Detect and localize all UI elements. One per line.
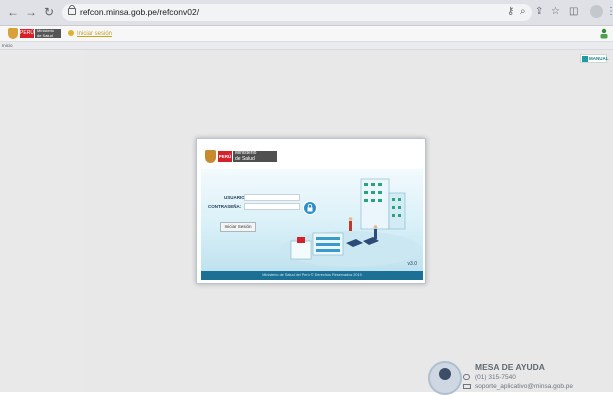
back-icon[interactable]: ←: [6, 5, 20, 19]
ministry-badge: Ministerio de Salud: [35, 28, 61, 38]
ministry-line2: de Salud: [235, 155, 255, 162]
lock-icon: [303, 201, 317, 215]
zoom-icon[interactable]: ⌕: [520, 6, 526, 18]
breadcrumb-strip: Inicio: [0, 42, 613, 50]
login-link[interactable]: Iniciar sesión: [77, 29, 112, 39]
key-icon[interactable]: ⚷: [507, 6, 514, 18]
login-key-icon: [68, 30, 74, 36]
coat-of-arms-icon: [205, 150, 216, 163]
forward-icon[interactable]: →: [24, 5, 38, 19]
browser-toolbar: ← → ↻ refcon.minsa.gob.pe/refconv02/ ⚷ ⌕…: [0, 0, 613, 26]
signin-button[interactable]: Iniciar Sesión: [220, 222, 256, 232]
peru-badge: PERÚ: [20, 29, 34, 38]
login-illustration: [201, 169, 423, 271]
login-card: PERÚ Ministerio de Salud USUARIO: CONTRA…: [196, 138, 426, 284]
menu-icon[interactable]: ⋮: [606, 6, 613, 18]
mail-icon: [463, 384, 471, 389]
user-label: USUARIO:: [224, 195, 247, 200]
sidepanel-icon[interactable]: ◫: [569, 6, 578, 18]
manual-button[interactable]: MANUAL: [580, 54, 609, 63]
username-input[interactable]: [244, 194, 300, 201]
help-title: MESA DE AYUDA: [475, 362, 545, 372]
breadcrumb[interactable]: Inicio: [2, 42, 13, 49]
card-footer: Ministerio de Salud del Perú © Derechos …: [201, 271, 423, 280]
manual-label: MANUAL: [589, 56, 609, 61]
share-icon[interactable]: ⇪: [535, 6, 543, 18]
user-icon[interactable]: [600, 28, 608, 39]
coat-of-arms-icon: [8, 28, 18, 39]
star-icon[interactable]: ☆: [551, 6, 560, 18]
address-bar[interactable]: refcon.minsa.gob.pe/refconv02/: [62, 4, 532, 21]
support-agent-icon: [439, 368, 451, 380]
ministry-badge: Ministerio de Salud: [233, 150, 277, 162]
ministry-line2: de Salud: [37, 32, 53, 38]
document-icon: [582, 56, 588, 62]
phone-icon: [463, 374, 470, 380]
url-text: refcon.minsa.gob.pe/refconv02/: [80, 7, 200, 17]
help-desk-icon: [428, 361, 462, 395]
lock-icon[interactable]: [68, 5, 76, 15]
reload-icon[interactable]: ↻: [42, 5, 56, 19]
help-email-address[interactable]: soporte_aplicativo@minsa.gob.pe: [475, 383, 573, 390]
password-label: CONTRASEÑA:: [208, 204, 242, 209]
password-input[interactable]: [244, 203, 300, 210]
sidebar: [0, 50, 85, 392]
hospital-illustration: [281, 178, 421, 267]
help-email[interactable]: soporte_aplicativo@minsa.gob.pe: [463, 382, 573, 391]
version-label: v3.0: [407, 261, 417, 267]
help-phone-number: (01) 315-7540: [475, 374, 516, 381]
help-phone: (01) 315-7540: [463, 373, 516, 382]
peru-badge: PERÚ: [218, 151, 232, 162]
profile-icon[interactable]: [590, 5, 603, 18]
app-header: PERÚ Ministerio de Salud Iniciar sesión: [0, 26, 613, 42]
